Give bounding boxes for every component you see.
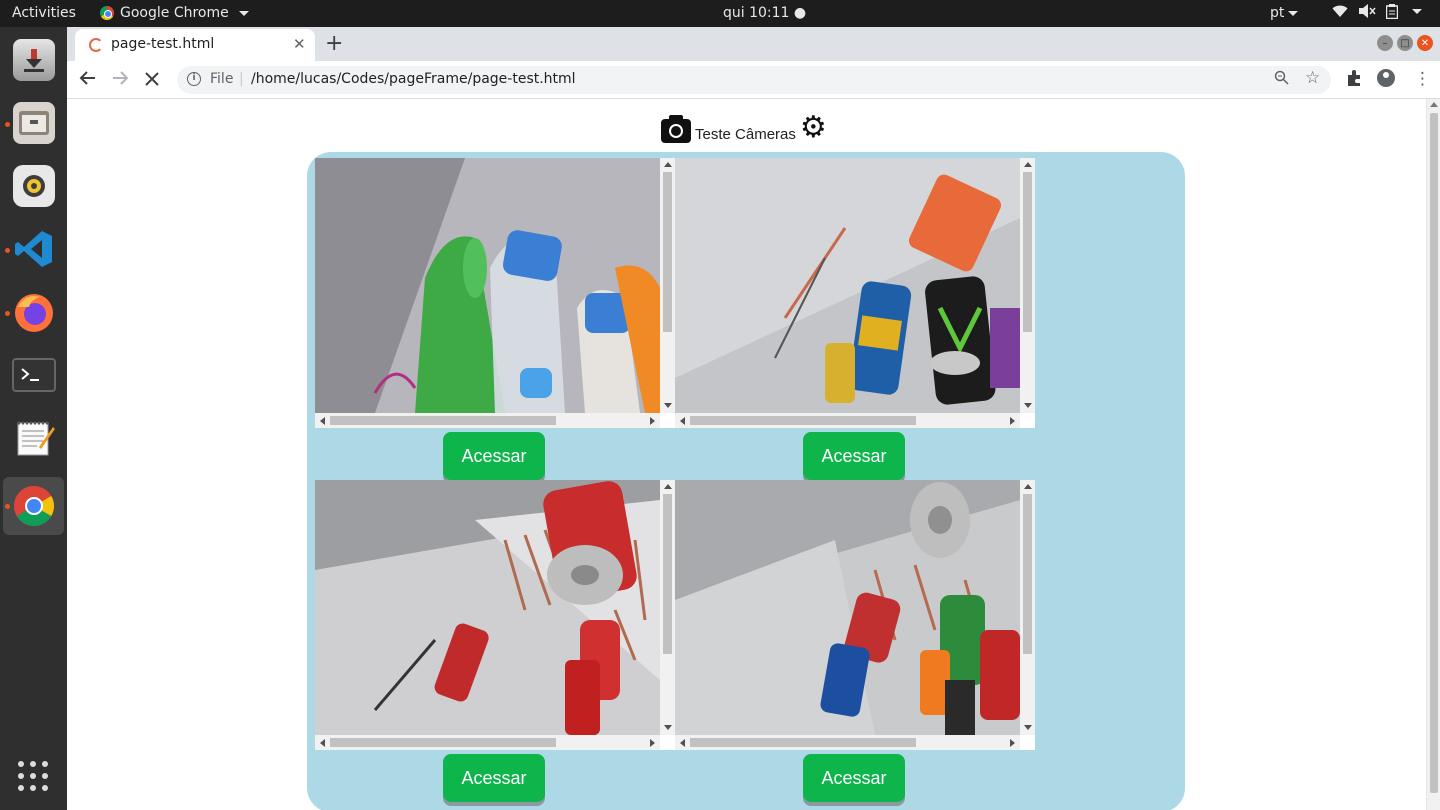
camera-frame-3[interactable] — [315, 480, 675, 750]
arrow-right-icon — [113, 71, 129, 85]
text-editor-icon — [13, 417, 55, 459]
installer-icon — [12, 39, 55, 81]
running-indicator — [5, 248, 10, 253]
camera-panel: Acessar Acessar Acessar Acessar — [307, 152, 1185, 810]
menu-kebab-icon[interactable]: ⋮ — [1414, 69, 1431, 89]
clipboard-icon — [1385, 4, 1399, 23]
back-button[interactable] — [79, 68, 97, 92]
scrollbar-horizontal[interactable] — [675, 735, 1020, 750]
avatar-icon — [1377, 69, 1395, 87]
bookmark-star-icon[interactable]: ☆ — [1305, 68, 1320, 88]
vscode-icon — [13, 228, 55, 270]
terminal-icon — [11, 358, 56, 392]
scrollbar-vertical[interactable] — [1020, 158, 1035, 413]
page-scrollbar[interactable] — [1426, 99, 1440, 810]
tab-strip: page-test.html ✕ + – □ ✕ — [67, 27, 1440, 61]
forward-button[interactable] — [111, 68, 129, 92]
page-viewport: Teste Câmeras ⚙ Acessar Acessar Acessar … — [67, 99, 1440, 810]
address-bar[interactable]: i File | /home/lucas/Codes/pageFrame/pag… — [177, 66, 1331, 94]
running-indicator — [5, 504, 10, 509]
scrollbar-vertical[interactable] — [1020, 480, 1035, 735]
close-tab-icon[interactable]: ✕ — [293, 35, 306, 53]
stop-loading-button[interactable] — [144, 68, 160, 92]
close-icon — [145, 72, 159, 86]
arrow-left-icon — [79, 71, 95, 85]
camera-feed-1 — [315, 158, 660, 413]
access-button-3[interactable]: Acessar — [443, 754, 545, 802]
scrollbar-vertical[interactable] — [660, 480, 675, 735]
camera-feed-3 — [315, 480, 660, 735]
new-tab-button[interactable]: + — [325, 31, 343, 56]
activities-button[interactable]: Activities — [12, 5, 76, 21]
volume-muted-icon — [1358, 4, 1376, 23]
camera-icon — [661, 115, 691, 143]
files-icon — [12, 102, 55, 144]
dock-files[interactable] — [3, 94, 64, 152]
clock[interactable]: qui 10:11 ● — [723, 5, 806, 21]
profile-avatar[interactable] — [1377, 69, 1395, 87]
info-icon[interactable]: i — [187, 72, 201, 86]
scroll-up-arrow-icon[interactable] — [1430, 102, 1438, 107]
language-indicator[interactable]: pt — [1270, 5, 1299, 21]
camera-frame-1[interactable] — [315, 158, 675, 428]
address-scheme: File — [210, 71, 234, 87]
access-button-2[interactable]: Acessar — [803, 432, 905, 480]
loading-spinner-icon — [89, 38, 103, 52]
dock-rhythmbox[interactable] — [3, 157, 64, 215]
browser-toolbar: i File | /home/lucas/Codes/pageFrame/pag… — [67, 61, 1440, 99]
language-label: pt — [1270, 5, 1285, 21]
minimize-button[interactable]: – — [1377, 35, 1393, 51]
camera-feed-2 — [675, 158, 1020, 413]
gear-icon[interactable]: ⚙ — [800, 113, 827, 143]
chevron-down-icon — [1288, 10, 1299, 16]
ubuntu-dock — [0, 27, 67, 810]
scrollbar-thumb[interactable] — [1430, 113, 1438, 793]
scrollbar-horizontal[interactable] — [315, 735, 660, 750]
system-tray[interactable] — [1332, 4, 1422, 23]
firefox-icon — [13, 291, 55, 333]
show-applications-button[interactable] — [18, 761, 48, 791]
scrollbar-horizontal[interactable] — [315, 413, 660, 428]
dock-vscode[interactable] — [3, 220, 64, 278]
chrome-icon — [13, 485, 55, 527]
close-window-button[interactable]: ✕ — [1417, 35, 1433, 51]
maximize-button[interactable]: □ — [1397, 35, 1413, 51]
camera-feed-4 — [675, 480, 1020, 735]
speaker-icon — [12, 165, 55, 207]
dock-terminal[interactable] — [3, 346, 64, 404]
running-indicator — [5, 311, 10, 316]
running-indicator — [5, 122, 10, 127]
extensions-icon[interactable] — [1345, 69, 1363, 92]
address-url: /home/lucas/Codes/pageFrame/page-test.ht… — [251, 71, 576, 87]
scrollbar-vertical[interactable] — [660, 158, 675, 413]
chevron-down-icon — [238, 10, 249, 16]
camera-frame-2[interactable] — [675, 158, 1035, 428]
browser-window: page-test.html ✕ + – □ ✕ i File | /home/… — [67, 27, 1440, 810]
tab-title: page-test.html — [111, 36, 215, 52]
access-button-4[interactable]: Acessar — [803, 754, 905, 802]
zoom-icon[interactable] — [1274, 70, 1289, 89]
chrome-icon — [100, 6, 114, 20]
dock-firefox[interactable] — [3, 283, 64, 341]
wifi-icon — [1332, 4, 1348, 23]
scrollbar-horizontal[interactable] — [675, 413, 1020, 428]
camera-frame-4[interactable] — [675, 480, 1035, 750]
browser-tab[interactable]: page-test.html ✕ — [75, 29, 315, 61]
window-controls: – □ ✕ — [1377, 35, 1433, 51]
app-menu-label: Google Chrome — [120, 5, 229, 21]
chevron-down-icon — [1412, 9, 1422, 14]
page-heading: Teste Câmeras ⚙ — [661, 113, 827, 143]
dock-text-editor[interactable] — [3, 409, 64, 467]
access-button-1[interactable]: Acessar — [443, 432, 545, 480]
app-menu[interactable]: Google Chrome — [100, 5, 249, 21]
dock-chrome[interactable] — [3, 477, 64, 535]
system-top-bar: Activities Google Chrome qui 10:11 ● pt — [0, 0, 1440, 27]
dock-installer[interactable] — [3, 31, 64, 89]
address-separator: | — [239, 71, 244, 87]
page-title: Teste Câmeras — [695, 126, 796, 143]
